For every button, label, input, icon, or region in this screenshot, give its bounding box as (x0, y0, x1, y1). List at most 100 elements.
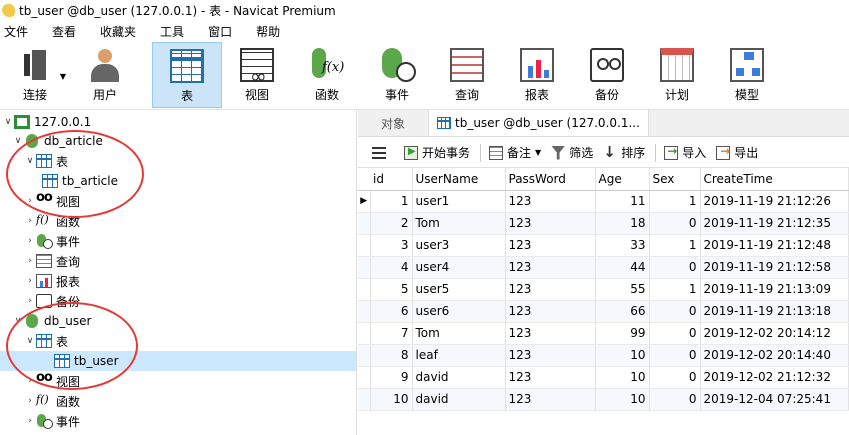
cell-id[interactable]: 3 (370, 234, 413, 257)
tree-node-tables[interactable]: ∨ 表 (24, 151, 68, 171)
cell-id[interactable]: 2 (370, 212, 413, 235)
cell-createtime[interactable]: 2019-11-19 21:13:09 (700, 278, 849, 301)
cell-username[interactable]: Tom (412, 322, 506, 345)
cell-age[interactable]: 66 (595, 300, 650, 323)
table-row[interactable]: 4 user4 123 44 0 2019-11-19 21:12:58 (358, 256, 849, 279)
chevron-right-icon[interactable]: › (24, 196, 36, 206)
cell-createtime[interactable]: 2019-12-02 20:14:12 (700, 322, 849, 345)
toolbar-connection-button[interactable]: 连接 ▼ (0, 42, 70, 108)
cell-sex[interactable]: 1 (649, 234, 701, 257)
cell-id[interactable]: 7 (370, 322, 413, 345)
column-header-sex[interactable]: Sex (649, 168, 701, 191)
column-header-createtime[interactable]: CreateTime (700, 168, 849, 191)
toolbar-model-button[interactable]: 模型 (712, 42, 782, 108)
tree-node-db-article[interactable]: ∨ db_article (12, 131, 103, 151)
cell-id[interactable]: 5 (370, 278, 413, 301)
cell-password[interactable]: 123 (505, 234, 596, 257)
memo-button[interactable]: 备注 ▼ (489, 144, 541, 161)
toolbar-table-button[interactable]: 表 (152, 42, 222, 108)
menu-file[interactable]: 文件 (0, 23, 41, 40)
column-header-id[interactable]: id (370, 168, 413, 191)
cell-username[interactable]: user5 (412, 278, 506, 301)
column-header-username[interactable]: UserName (412, 168, 506, 191)
cell-username[interactable]: Tom (412, 212, 506, 235)
cell-createtime[interactable]: 2019-12-02 20:14:40 (700, 344, 849, 367)
table-row[interactable]: 7 Tom 123 99 0 2019-12-02 20:14:12 (358, 322, 849, 345)
tree-node-events[interactable]: › 事件 (24, 231, 80, 251)
cell-age[interactable]: 10 (595, 388, 650, 411)
chevron-down-icon[interactable]: ∨ (24, 156, 36, 166)
tree-node-backups[interactable]: › 备份 (24, 291, 80, 311)
tree-node-functions[interactable]: › 函数 (24, 391, 80, 411)
cell-id[interactable]: 8 (370, 344, 413, 367)
cell-username[interactable]: user6 (412, 300, 506, 323)
chevron-right-icon[interactable]: › (24, 256, 36, 266)
cell-username[interactable]: david (412, 388, 506, 411)
tab-tb-user[interactable]: tb_user @db_user (127.0.0.1... (428, 110, 649, 136)
chevron-down-icon[interactable]: ∨ (12, 136, 24, 146)
cell-password[interactable]: 123 (505, 366, 596, 389)
cell-sex[interactable]: 0 (649, 366, 701, 389)
cell-sex[interactable]: 0 (649, 212, 701, 235)
cell-password[interactable]: 123 (505, 388, 596, 411)
table-row[interactable]: 8 leaf 123 10 0 2019-12-02 20:14:40 (358, 344, 849, 367)
chevron-down-icon[interactable]: ∨ (2, 117, 14, 127)
cell-sex[interactable]: 1 (649, 278, 701, 301)
cell-id[interactable]: 1 (370, 190, 413, 213)
cell-username[interactable]: david (412, 366, 506, 389)
cell-createtime[interactable]: 2019-11-19 21:13:18 (700, 300, 849, 323)
table-row[interactable]: 2 Tom 123 18 0 2019-11-19 21:12:35 (358, 212, 849, 235)
cell-username[interactable]: leaf (412, 344, 506, 367)
cell-age[interactable]: 11 (595, 190, 650, 213)
cell-username[interactable]: user4 (412, 256, 506, 279)
cell-age[interactable]: 18 (595, 212, 650, 235)
cell-age[interactable]: 55 (595, 278, 650, 301)
cell-sex[interactable]: 0 (649, 256, 701, 279)
table-row[interactable]: 9 david 123 10 0 2019-12-02 21:12:32 (358, 366, 849, 389)
cell-age[interactable]: 33 (595, 234, 650, 257)
chevron-down-icon[interactable]: ∨ (24, 336, 36, 346)
cell-sex[interactable]: 1 (649, 190, 701, 213)
chevron-right-icon[interactable]: › (24, 296, 36, 306)
chevron-right-icon[interactable]: › (24, 216, 36, 226)
column-header-password[interactable]: PassWord (505, 168, 596, 191)
tree-node-reports[interactable]: › 报表 (24, 271, 80, 291)
cell-createtime[interactable]: 2019-11-19 21:12:35 (700, 212, 849, 235)
chevron-right-icon[interactable]: › (24, 276, 36, 286)
toolbar-report-button[interactable]: 报表 (502, 42, 572, 108)
cell-createtime[interactable]: 2019-12-04 07:25:41 (700, 388, 849, 411)
cell-age[interactable]: 99 (595, 322, 650, 345)
toolbar-schedule-button[interactable]: 计划 (642, 42, 712, 108)
chevron-right-icon[interactable]: › (24, 376, 36, 386)
tree-node-queries[interactable]: › 查询 (24, 251, 80, 271)
tree-node-views[interactable]: › 视图 (24, 190, 80, 211)
tab-objects[interactable]: 对象 (358, 110, 428, 136)
table-row[interactable]: 10 david 123 10 0 2019-12-04 07:25:41 (358, 388, 849, 411)
import-button[interactable]: 导入 (664, 144, 706, 161)
cell-sex[interactable]: 0 (649, 322, 701, 345)
cell-password[interactable]: 123 (505, 190, 596, 213)
cell-age[interactable]: 10 (595, 344, 650, 367)
toolbar-backup-button[interactable]: 备份 (572, 42, 642, 108)
cell-password[interactable]: 123 (505, 300, 596, 323)
cell-id[interactable]: 6 (370, 300, 413, 323)
tree-node-events[interactable]: › 事件 (24, 411, 80, 431)
filter-button[interactable]: 筛选 (551, 144, 593, 161)
cell-createtime[interactable]: 2019-12-02 21:12:32 (700, 366, 849, 389)
cell-password[interactable]: 123 (505, 212, 596, 235)
column-header-age[interactable]: Age (595, 168, 650, 191)
table-row[interactable]: 6 user6 123 66 0 2019-11-19 21:13:18 (358, 300, 849, 323)
cell-username[interactable]: user1 (412, 190, 506, 213)
menu-view[interactable]: 查看 (48, 23, 89, 40)
toolbar-user-button[interactable]: 用户 (70, 42, 140, 108)
tree-node-functions[interactable]: › 函数 (24, 211, 80, 231)
cell-age[interactable]: 44 (595, 256, 650, 279)
tree-node-tb-user[interactable]: tb_user (0, 351, 356, 371)
table-row[interactable]: ▶ 1 user1 123 11 1 2019-11-19 21:12:26 (358, 190, 849, 213)
table-row[interactable]: 3 user3 123 33 1 2019-11-19 21:12:48 (358, 234, 849, 257)
tree-node-tb-article[interactable]: tb_article (42, 171, 118, 191)
tree-node-server[interactable]: ∨ 127.0.0.1 (2, 112, 91, 132)
cell-sex[interactable]: 0 (649, 344, 701, 367)
menu-tools[interactable]: 工具 (156, 23, 197, 40)
sort-button[interactable]: 排序 (603, 143, 645, 161)
